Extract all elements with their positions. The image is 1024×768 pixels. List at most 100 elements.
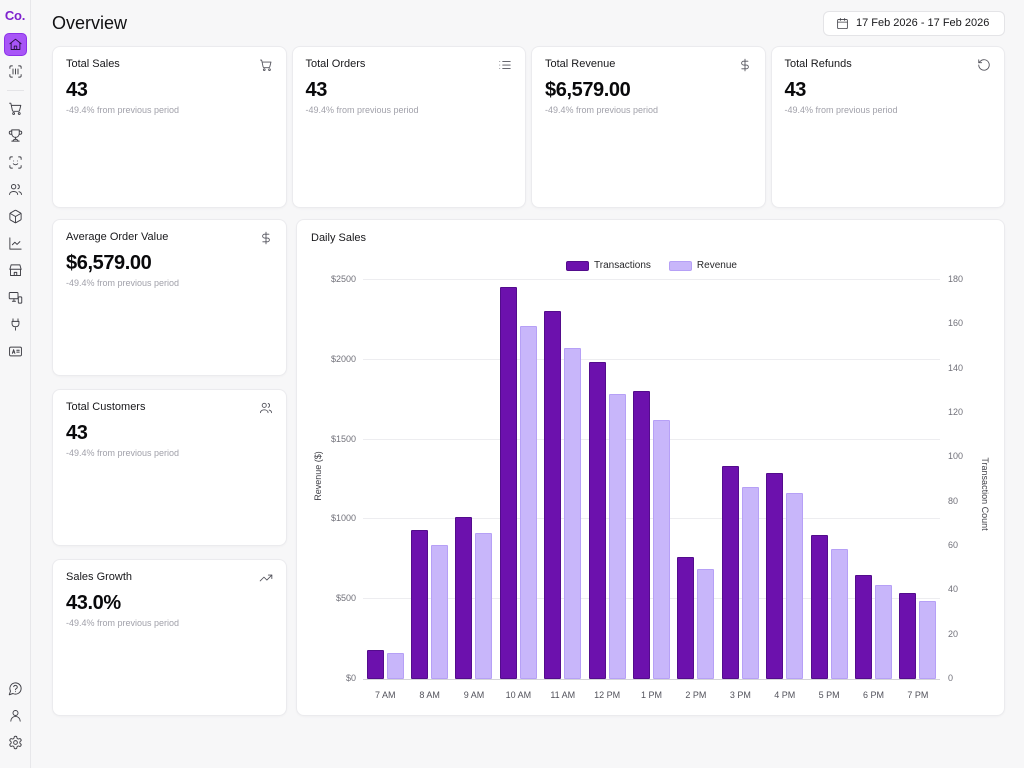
bar-revenue-11-am [564,348,581,679]
sidebar-item-analytics[interactable] [4,232,27,255]
bar-transactions-6-pm [855,575,872,679]
right-axis-tick: 40 [948,585,958,594]
left-axis-title: Revenue ($) [313,451,323,501]
sidebar-item-face-scan[interactable] [4,151,27,174]
bar-group-2-pm [674,280,718,679]
left-axis-tick: $2500 [331,275,356,284]
main-content: Overview 17 Feb 2026 - 17 Feb 2026 Total… [31,0,1024,768]
card-change: -49.4% from previous period [66,448,273,458]
card-value: 43 [66,422,273,445]
bar-revenue-6-pm [875,585,892,679]
bar-transactions-7-am [367,650,384,679]
bar-revenue-3-pm [742,487,759,679]
chart-plot: $0$500$1000$1500$2000$250002040608010012… [363,280,940,680]
users-icon [8,182,23,197]
x-axis-label: 5 PM [807,690,851,700]
sidebar-item-integrations[interactable] [4,313,27,336]
bar-revenue-8-am [431,545,448,679]
bar-group-1-pm [629,280,673,679]
revenue-swatch [669,261,692,271]
sidebar-item-cards[interactable] [4,340,27,363]
bar-revenue-9-am [475,533,492,679]
sidebar-item-scan[interactable] [4,60,27,83]
sidebar-item-devices[interactable] [4,286,27,309]
sidebar-item-store[interactable] [4,259,27,282]
stat-card-total-sales: Total Sales 43 -49.4% from previous peri… [52,46,287,208]
bar-revenue-2-pm [697,569,714,679]
card-title: Total Revenue [545,58,615,70]
right-axis-tick: 0 [948,674,953,683]
x-axis-label: 12 PM [585,690,629,700]
transactions-swatch [566,261,589,271]
bar-revenue-5-pm [831,549,848,679]
stat-cards-row: Total Sales 43 -49.4% from previous peri… [52,46,1005,208]
right-axis-tick: 120 [948,408,963,417]
bar-group-11-am [541,280,585,679]
date-range-button[interactable]: 17 Feb 2026 - 17 Feb 2026 [823,11,1005,36]
daily-sales-chart-card: Daily Sales Transactions Revenue Revenue… [296,219,1005,716]
sidebar: Co. [0,0,31,768]
bar-group-3-pm [718,280,762,679]
brand-logo: Co. [5,8,25,23]
line-chart-icon [8,236,23,251]
users-icon [259,401,273,415]
home-icon [8,37,23,52]
sidebar-item-account[interactable] [4,704,27,727]
x-axis-label: 9 AM [452,690,496,700]
right-axis-title: Transaction Count [980,458,990,531]
bar-group-5-pm [807,280,851,679]
scan-barcode-icon [8,64,23,79]
help-circle-icon [8,681,23,696]
card-title: Average Order Value [66,231,168,243]
bar-transactions-9-am [455,517,472,679]
stat-card-total-customers: Total Customers 43 -49.4% from previous … [52,389,287,546]
bar-transactions-1-pm [633,391,650,679]
left-axis-tick: $0 [346,674,356,683]
settings-icon [8,735,23,750]
bar-transactions-4-pm [766,473,783,679]
sidebar-item-rewards[interactable] [4,124,27,147]
app-window: Co. Overview 17 Feb 2026 - 17 Feb 2026 [0,0,1024,768]
bar-transactions-5-pm [811,535,828,679]
legend-label: Revenue [697,260,737,271]
left-stats-column: Average Order Value $6,579.00 -49.4% fro… [52,219,287,716]
stat-card-total-revenue: Total Revenue $6,579.00 -49.4% from prev… [531,46,766,208]
bar-group-12-pm [585,280,629,679]
sidebar-item-settings[interactable] [4,731,27,754]
legend-item-revenue: Revenue [669,260,737,271]
chart-legend: Transactions Revenue [363,260,940,271]
page-title: Overview [52,13,127,34]
bar-transactions-12-pm [589,362,606,679]
list-icon [498,58,512,72]
left-axis-tick: $500 [336,594,356,603]
card-change: -49.4% from previous period [66,618,273,628]
sidebar-item-products[interactable] [4,205,27,228]
scan-face-icon [8,155,23,170]
card-title: Total Customers [66,401,145,413]
x-axis-label: 7 PM [896,690,940,700]
x-axis-label: 2 PM [674,690,718,700]
sidebar-item-customers[interactable] [4,178,27,201]
right-axis-tick: 60 [948,541,958,550]
card-value: 43 [785,79,992,102]
legend-item-transactions: Transactions [566,260,651,271]
bars-layer [363,280,940,679]
sidebar-item-orders[interactable] [4,97,27,120]
card-change: -49.4% from previous period [785,105,992,115]
bar-transactions-3-pm [722,466,739,679]
bar-group-6-pm [851,280,895,679]
sidebar-item-help[interactable] [4,677,27,700]
stat-card-total-refunds: Total Refunds 43 -49.4% from previous pe… [771,46,1006,208]
shopping-cart-icon [8,101,23,116]
page-header: Overview 17 Feb 2026 - 17 Feb 2026 [52,10,1005,36]
sidebar-item-home[interactable] [4,33,27,56]
bar-group-7-am [363,280,407,679]
card-value: $6,579.00 [66,252,273,275]
right-axis-tick: 80 [948,497,958,506]
x-axis-label: 1 PM [629,690,673,700]
bar-transactions-7-pm [899,593,916,679]
bar-revenue-7-pm [919,601,936,679]
x-axis-labels: 7 AM8 AM9 AM10 AM11 AM12 PM1 PM2 PM3 PM4… [363,690,940,700]
bar-revenue-4-pm [786,493,803,679]
card-change: -49.4% from previous period [66,105,273,115]
